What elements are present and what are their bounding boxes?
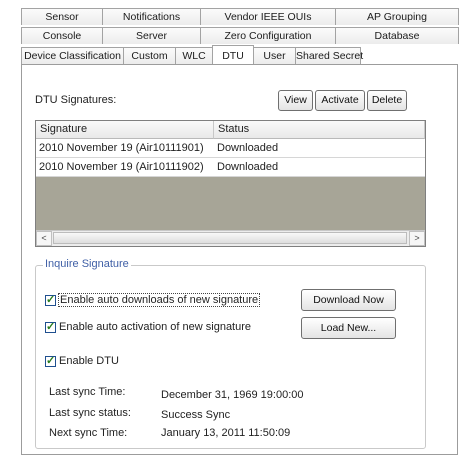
auto-activation-label: Enable auto activation of new signature [59, 321, 252, 333]
last-sync-status-label: Last sync status: [49, 407, 131, 419]
status-cell: Downloaded [217, 142, 279, 154]
signature-list[interactable]: Signature Status 2010 November 19 (Air10… [35, 120, 426, 247]
tab-dtu[interactable]: DTU [212, 45, 254, 64]
column-header-status[interactable]: Status [214, 121, 425, 139]
enable-dtu-checkbox[interactable]: Enable DTU [45, 354, 119, 367]
download-now-button[interactable]: Download Now [301, 289, 396, 311]
enable-dtu-label: Enable DTU [59, 355, 119, 367]
last-sync-status-value: Success Sync [161, 409, 231, 421]
inquire-signature-legend: Inquire Signature [43, 258, 131, 270]
signature-cell: 2010 November 19 (Air10111901) [39, 142, 204, 154]
tab-wlc[interactable]: WLC [175, 47, 213, 64]
scroll-left-button[interactable]: < [36, 231, 52, 246]
tab-custom[interactable]: Custom [123, 47, 176, 64]
last-sync-time-label: Last sync Time: [49, 386, 126, 398]
auto-activation-checkbox[interactable]: Enable auto activation of new signature [45, 320, 252, 333]
tab-device-classification[interactable]: Device Classification [21, 47, 124, 64]
signature-cell: 2010 November 19 (Air10111902) [39, 161, 204, 173]
checkbox-icon[interactable] [45, 354, 56, 367]
table-row[interactable]: 2010 November 19 (Air10111901) Downloade… [36, 139, 425, 158]
checkbox-icon[interactable] [45, 320, 56, 333]
status-cell: Downloaded [217, 161, 279, 173]
tab-user[interactable]: User [253, 47, 296, 64]
table-row[interactable]: 2010 November 19 (Air10111902) Downloade… [36, 158, 425, 177]
load-new-button[interactable]: Load New... [301, 317, 396, 339]
inquire-signature-group: Inquire Signature Enable auto downloads … [35, 258, 426, 449]
horizontal-scrollbar[interactable]: < > [36, 230, 425, 246]
tab-notifications[interactable]: Notifications [102, 8, 201, 25]
last-sync-time-value: December 31, 1969 19:00:00 [161, 389, 304, 401]
scroll-right-button[interactable]: > [409, 231, 425, 246]
column-header-signature[interactable]: Signature [36, 121, 214, 139]
tab-console[interactable]: Console [21, 27, 103, 44]
dtu-tab-panel: DTU Signatures: View Activate Delete Sig… [21, 64, 458, 455]
tab-vendor-ieee-ouis[interactable]: Vendor IEEE OUIs [200, 8, 336, 25]
tab-sensor[interactable]: Sensor [21, 8, 103, 25]
tab-shared-secret[interactable]: Shared Secret [295, 47, 363, 64]
view-button[interactable]: View [278, 90, 313, 111]
tab-row-2: Console Server Zero Configuration Databa… [21, 27, 459, 44]
dtu-signatures-label: DTU Signatures: [35, 94, 117, 106]
checkbox-icon[interactable] [45, 293, 56, 306]
auto-download-label: Enable auto downloads of new signature [57, 293, 261, 307]
tab-database[interactable]: Database [335, 27, 459, 44]
tab-row-3: Device Classification Custom WLC DTU Use… [21, 45, 363, 64]
tab-ap-grouping[interactable]: AP Grouping [335, 8, 459, 25]
next-sync-time-label: Next sync Time: [49, 427, 128, 439]
scrollbar-thumb[interactable] [53, 232, 407, 244]
activate-button[interactable]: Activate [315, 90, 365, 111]
next-sync-time-value: January 13, 2011 11:50:09 [161, 427, 291, 439]
tab-row-1: Sensor Notifications Vendor IEEE OUIs AP… [21, 8, 459, 25]
auto-download-checkbox[interactable]: Enable auto downloads of new signature [45, 293, 261, 307]
delete-button[interactable]: Delete [367, 90, 407, 111]
tab-server[interactable]: Server [102, 27, 201, 44]
tab-zero-configuration[interactable]: Zero Configuration [200, 27, 336, 44]
